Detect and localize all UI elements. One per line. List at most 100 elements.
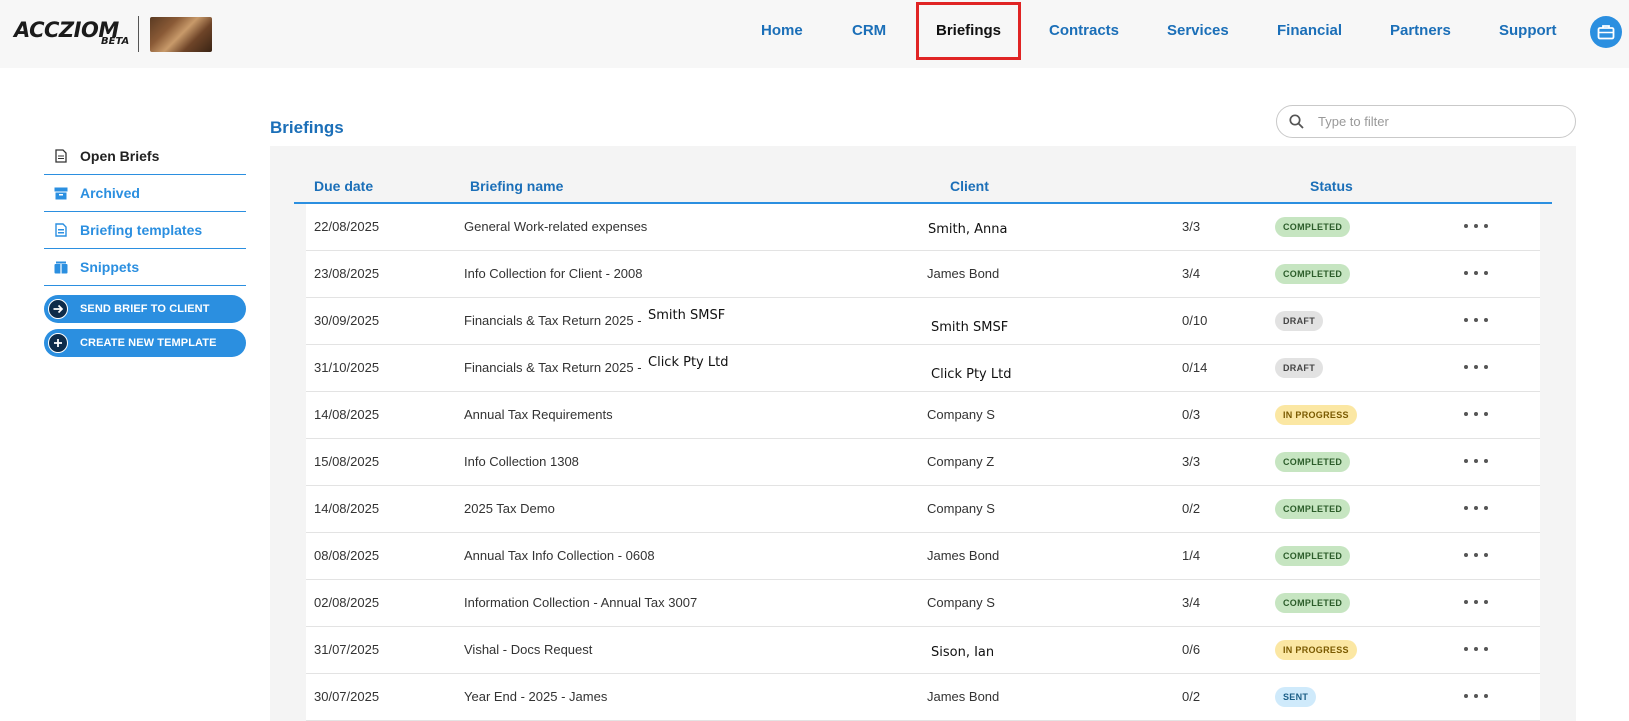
nav-services[interactable]: Services: [1167, 22, 1229, 44]
dot: [1484, 412, 1488, 416]
plus-icon: [48, 333, 68, 353]
dot: [1484, 600, 1488, 604]
briefing-name-cell: General Work-related expenses: [464, 219, 648, 234]
client-cell: James Bond: [927, 266, 1000, 281]
briefing-name-cell: Information Collection - Annual Tax 3007: [464, 595, 698, 610]
briefing-name-cell: Info Collection 1308: [464, 454, 579, 469]
table-row[interactable]: 14/08/2025 2025 Tax Demo Company S 0/2 COMPL…: [306, 486, 1540, 533]
dot: [1484, 506, 1488, 510]
progress-cell: 0/2: [1182, 689, 1201, 704]
more-options-icon[interactable]: [1464, 218, 1488, 234]
more-options-icon[interactable]: [1464, 594, 1488, 610]
progress-cell: 0/6: [1182, 642, 1201, 657]
more-options-icon[interactable]: [1464, 688, 1488, 704]
more-options-icon[interactable]: [1464, 641, 1488, 657]
dot: [1464, 271, 1468, 275]
filter-input[interactable]: [1318, 114, 1548, 129]
progress-cell: 0/10: [1182, 313, 1208, 328]
briefings-panel: Due date Briefing name Client Status 22/…: [270, 146, 1576, 721]
top-header: ACCZIOM BETA Home CRM Briefings Contract…: [0, 0, 1629, 68]
table-row[interactable]: 31/07/2025 Vishal - Docs Request Sison, Ia…: [306, 627, 1540, 674]
more-options-icon[interactable]: [1464, 312, 1488, 328]
sidebar-item-snippets[interactable]: Snippets: [44, 249, 246, 286]
status-badge: COMPLETED: [1275, 264, 1351, 284]
due-date-cell: 30/07/2025: [314, 689, 380, 704]
document-icon: [54, 149, 68, 163]
progress-cell: 3/4: [1182, 595, 1201, 610]
logo-divider: [138, 16, 139, 52]
dot: [1464, 600, 1468, 604]
table-row[interactable]: 15/08/2025 Info Collection 1308 Company Z 3…: [306, 439, 1540, 486]
due-date-cell: 31/07/2025: [314, 642, 380, 657]
col-due-date[interactable]: Due date: [314, 178, 373, 194]
col-status[interactable]: Status: [1310, 178, 1353, 194]
nav-crm[interactable]: CRM: [852, 22, 886, 44]
more-options-icon[interactable]: [1464, 406, 1488, 422]
more-options-icon[interactable]: [1464, 265, 1488, 281]
nav-home[interactable]: Home: [761, 22, 803, 44]
client-cell: James Bond: [927, 689, 1000, 704]
table-row[interactable]: 31/10/2025 Financials & Tax Return 2025 -…: [306, 345, 1540, 392]
template-icon: [54, 223, 68, 237]
nav-financial[interactable]: Financial: [1277, 22, 1342, 44]
more-options-icon[interactable]: [1464, 547, 1488, 563]
progress-cell: 3/3: [1182, 454, 1201, 469]
dot: [1464, 365, 1468, 369]
dot: [1464, 694, 1468, 698]
sidebar-item-briefing-templates[interactable]: Briefing templates: [44, 212, 246, 249]
due-date-cell: 22/08/2025: [314, 219, 380, 234]
arrow-right-icon: [48, 299, 68, 319]
progress-cell: 0/2: [1182, 501, 1201, 516]
table-row[interactable]: 02/08/2025 Information Collection - Annua…: [306, 580, 1540, 627]
table-row[interactable]: 30/09/2025 Financials & Tax Return 2025 -…: [306, 298, 1540, 345]
due-date-cell: 15/08/2025: [314, 454, 380, 469]
table-row[interactable]: 23/08/2025 Info Collection for Client - 2…: [306, 251, 1540, 298]
nav-contracts[interactable]: Contracts: [1049, 22, 1119, 44]
progress-cell: 0/3: [1182, 407, 1201, 422]
dot: [1474, 365, 1478, 369]
briefing-name-cell: Financials & Tax Return 2025 -: [464, 313, 642, 328]
dot: [1484, 365, 1488, 369]
archive-icon: [54, 186, 68, 200]
table-row[interactable]: 14/08/2025 Annual Tax Requirements Company…: [306, 392, 1540, 439]
dot: [1484, 224, 1488, 228]
nav-partners[interactable]: Partners: [1390, 22, 1451, 44]
sidebar-item-archived[interactable]: Archived: [44, 175, 246, 212]
logo-beta-tag: BETA: [101, 36, 130, 47]
due-date-cell: 02/08/2025: [314, 595, 380, 610]
table-header: Due date Briefing name Client Status: [294, 168, 1552, 204]
table-row[interactable]: 08/08/2025 Annual Tax Info Collection - 0…: [306, 533, 1540, 580]
briefcase-icon: [1597, 25, 1615, 40]
sidebar-item-label: Snippets: [80, 259, 140, 275]
dot: [1484, 647, 1488, 651]
table-row[interactable]: 22/08/2025 General Work-related expenses S…: [306, 204, 1540, 251]
dot: [1464, 553, 1468, 557]
due-date-cell: 30/09/2025: [314, 313, 380, 328]
header-photo: [150, 17, 212, 52]
more-options-icon[interactable]: [1464, 359, 1488, 375]
dot: [1474, 459, 1478, 463]
table-row[interactable]: 30/07/2025 Year End - 2025 - James James B…: [306, 674, 1540, 721]
sidebar-item-open-briefs[interactable]: Open Briefs: [44, 138, 246, 175]
create-template-label: CREATE NEW TEMPLATE: [80, 337, 217, 349]
progress-cell: 3/3: [1182, 219, 1201, 234]
progress-cell: 3/4: [1182, 266, 1201, 281]
due-date-cell: 23/08/2025: [314, 266, 380, 281]
briefing-name-extra: Click Pty Ltd: [648, 355, 729, 370]
more-options-icon[interactable]: [1464, 453, 1488, 469]
nav-support[interactable]: Support: [1499, 22, 1557, 44]
create-template-button[interactable]: CREATE NEW TEMPLATE: [44, 329, 246, 357]
sidebar-item-label: Archived: [80, 185, 140, 201]
col-briefing-name[interactable]: Briefing name: [470, 178, 563, 194]
dot: [1464, 412, 1468, 416]
search-icon: [1289, 114, 1304, 129]
send-brief-button[interactable]: SEND BRIEF TO CLIENT: [44, 295, 246, 323]
briefing-name-cell: Info Collection for Client - 2008: [464, 266, 643, 281]
client-cell: Click Pty Ltd: [931, 367, 1012, 382]
col-client[interactable]: Client: [950, 178, 989, 194]
user-menu-button[interactable]: [1590, 16, 1622, 48]
dot: [1474, 412, 1478, 416]
status-badge: IN PROGRESS: [1275, 640, 1357, 660]
more-options-icon[interactable]: [1464, 500, 1488, 516]
status-badge: DRAFT: [1275, 311, 1323, 331]
